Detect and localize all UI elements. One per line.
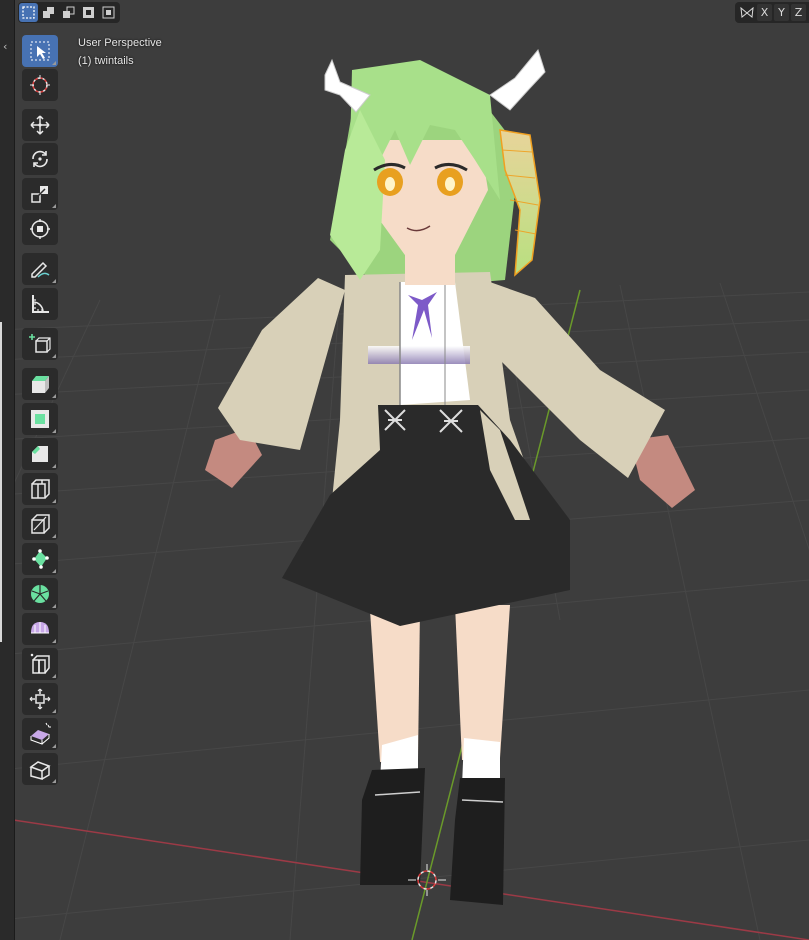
- shirt-shade: [368, 346, 470, 364]
- cursor-arrow-icon[interactable]: [22, 35, 58, 67]
- 3d-viewport[interactable]: ‹ X Y Z User Perspective (1) twintails: [0, 0, 809, 940]
- bevel-icon[interactable]: [22, 438, 58, 470]
- side-panel-strip: ‹: [0, 0, 15, 940]
- view-name: User Perspective: [78, 37, 162, 49]
- axis-z-toggle[interactable]: Z: [791, 4, 806, 21]
- pencil-icon[interactable]: [22, 253, 58, 285]
- collapse-arrow-icon[interactable]: ‹: [3, 40, 7, 53]
- move-arrows-icon[interactable]: [22, 109, 58, 141]
- shear-icon[interactable]: [22, 718, 58, 750]
- rip-icon[interactable]: [22, 753, 58, 785]
- right-shoe: [450, 778, 505, 905]
- scroll-indicator[interactable]: [0, 322, 2, 642]
- right-leg: [455, 605, 510, 760]
- loop-cut-icon[interactable]: [22, 473, 58, 505]
- left-shoe: [360, 768, 425, 885]
- smooth-icon[interactable]: [22, 613, 58, 645]
- select-box-icon[interactable]: [19, 3, 38, 22]
- scene-canvas[interactable]: [0, 0, 809, 940]
- viewport-info: User Perspective (1) twintails: [78, 34, 162, 70]
- character-model[interactable]: [205, 48, 695, 905]
- select-subtract-icon[interactable]: [59, 3, 78, 22]
- left-sleeve: [218, 278, 345, 450]
- ruler-icon[interactable]: [22, 288, 58, 320]
- axis-y-toggle[interactable]: Y: [774, 4, 789, 21]
- butterfly-icon[interactable]: [739, 4, 755, 21]
- mirror-axis-bar: X Y Z: [735, 2, 809, 23]
- axis-x-toggle[interactable]: X: [757, 4, 772, 21]
- knife-icon[interactable]: [22, 508, 58, 540]
- select-mode-bar: [18, 2, 120, 23]
- object-name: (1) twintails: [78, 55, 134, 67]
- rotate-icon[interactable]: [22, 143, 58, 175]
- scale-icon[interactable]: [22, 178, 58, 210]
- extrude-icon[interactable]: [22, 368, 58, 400]
- edge-slide-icon[interactable]: [22, 648, 58, 680]
- poly-build-icon[interactable]: [22, 543, 58, 575]
- add-cube-icon[interactable]: [22, 328, 58, 360]
- inset-icon[interactable]: [22, 403, 58, 435]
- spin-icon[interactable]: [22, 578, 58, 610]
- select-invert-icon[interactable]: [79, 3, 98, 22]
- 3d-cursor-icon[interactable]: [22, 69, 58, 101]
- transform-icon[interactable]: [22, 213, 58, 245]
- select-extend-icon[interactable]: [39, 3, 58, 22]
- select-intersect-icon[interactable]: [99, 3, 118, 22]
- right-horn: [489, 48, 546, 111]
- shrink-fatten-icon[interactable]: [22, 683, 58, 715]
